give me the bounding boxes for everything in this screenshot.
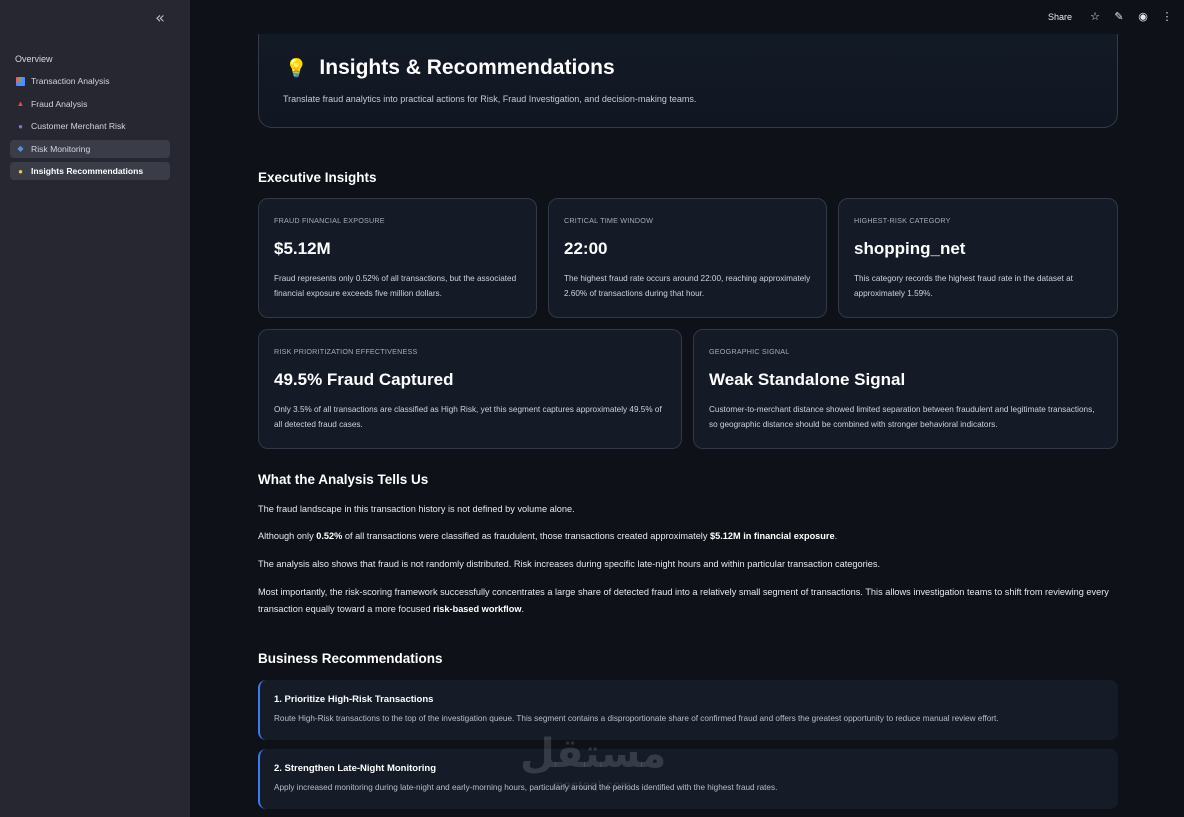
hero-banner: 💡 Insights & Recommendations Translate f…	[258, 34, 1118, 128]
people-icon: ●	[18, 121, 23, 131]
text: Although only	[258, 531, 317, 541]
card-label: HIGHEST-RISK CATEGORY	[854, 216, 951, 225]
sidebar-item-risk-monitoring[interactable]: ◆ Risk Monitoring	[10, 139, 170, 158]
insight-card-geographic-signal: GEOGRAPHIC SIGNAL Weak Standalone Signal…	[693, 329, 1118, 449]
lightbulb-icon: 💡	[285, 57, 308, 79]
sidebar-item-insights-recommendations[interactable]: ● Insights Recommendations	[10, 162, 170, 181]
analysis-paragraph-1: The fraud landscape in this transaction …	[258, 504, 575, 514]
sidebar-nav: Transaction Analysis ▲ Fraud Analysis ● …	[10, 72, 170, 185]
card-value: 22:00	[564, 239, 608, 258]
insight-card-time-window: CRITICAL TIME WINDOW 22:00 The highest f…	[548, 198, 827, 318]
text: .	[834, 531, 838, 541]
sidebar-item-fraud-analysis[interactable]: ▲ Fraud Analysis	[10, 95, 170, 113]
share-button[interactable]: Share	[1048, 12, 1072, 22]
github-icon[interactable]: ◉	[1136, 10, 1150, 24]
text-bold: 0.52%	[316, 531, 343, 541]
text: Most importantly, the risk-scoring frame…	[258, 587, 1109, 614]
double-chevron-left-icon: «	[155, 8, 165, 27]
analysis-paragraph-2: Although only 0.52% of all transactions …	[258, 528, 1118, 545]
analysis-paragraph-4: Most importantly, the risk-scoring frame…	[258, 584, 1118, 618]
recommendation-item: 1. Prioritize High-Risk Transactions Rou…	[258, 680, 1118, 740]
card-description: This category records the highest fraud …	[854, 274, 1073, 298]
top-toolbar: Share ☆ ✎ ◉ ⋮	[190, 0, 1184, 34]
sidebar-item-transaction-analysis[interactable]: Transaction Analysis	[10, 72, 170, 90]
recommendation-title: 2. Strengthen Late-Night Monitoring	[274, 763, 437, 774]
sidebar-item-label: Insights Recommendations	[31, 166, 144, 177]
card-label: GEOGRAPHIC SIGNAL	[709, 347, 790, 356]
card-description: Fraud represents only 0.52% of all trans…	[274, 274, 517, 298]
text: .	[521, 604, 525, 614]
card-value: $5.12M	[274, 239, 331, 258]
recommendation-description: Apply increased monitoring during late-n…	[274, 783, 778, 792]
sidebar-item-label: Risk Monitoring	[31, 143, 91, 154]
text: of all transactions were classified as f…	[342, 531, 710, 541]
sidebar-item-label: Customer Merchant Risk	[31, 121, 126, 132]
card-description: Only 3.5% of all transactions are classi…	[274, 405, 662, 429]
card-value: Weak Standalone Signal	[709, 370, 906, 389]
shield-icon: ◆	[17, 144, 24, 154]
recommendations-heading: Business Recommendations	[258, 651, 443, 666]
nav-overview[interactable]: Overview	[15, 54, 53, 64]
card-value: shopping_net	[854, 239, 966, 258]
sidebar-item-label: Transaction Analysis	[31, 76, 110, 86]
recommendation-title: 1. Prioritize High-Risk Transactions	[274, 694, 434, 705]
collapse-sidebar-button[interactable]: «	[150, 9, 170, 27]
alarm-icon: ▲	[16, 99, 25, 109]
insight-card-highest-risk-category: HIGHEST-RISK CATEGORY shopping_net This …	[838, 198, 1118, 318]
insight-card-financial-exposure: FRAUD FINANCIAL EXPOSURE $5.12M Fraud re…	[258, 198, 537, 318]
more-vertical-icon[interactable]: ⋮	[1160, 10, 1174, 24]
analysis-paragraph-3: The analysis also shows that fraud is no…	[258, 559, 880, 569]
card-description: The highest fraud rate occurs around 22:…	[564, 274, 811, 298]
text-bold: risk-based workflow	[433, 604, 522, 614]
page-title-text: Insights & Recommendations	[319, 56, 615, 79]
lightbulb-icon: ●	[18, 166, 23, 176]
executive-insights-heading: Executive Insights	[258, 170, 377, 185]
text-bold: $5.12M in financial exposure	[710, 531, 835, 541]
page-title: 💡 Insights & Recommendations	[285, 56, 615, 80]
pencil-icon[interactable]: ✎	[1112, 10, 1126, 24]
recommendation-description: Route High-Risk transactions to the top …	[274, 714, 999, 723]
page-subtitle: Translate fraud analytics into practical…	[283, 94, 697, 104]
card-label: FRAUD FINANCIAL EXPOSURE	[274, 216, 385, 225]
card-label: RISK PRIORITIZATION EFFECTIVENESS	[274, 347, 418, 356]
card-value: 49.5% Fraud Captured	[274, 370, 454, 389]
star-icon[interactable]: ☆	[1088, 10, 1102, 24]
analysis-heading: What the Analysis Tells Us	[258, 472, 429, 487]
sidebar: « Overview Transaction Analysis ▲ Fraud …	[0, 0, 190, 817]
card-description: Customer-to-merchant distance showed lim…	[709, 405, 1095, 429]
recommendation-item: 2. Strengthen Late-Night Monitoring Appl…	[258, 749, 1118, 809]
insight-card-risk-prioritization: RISK PRIORITIZATION EFFECTIVENESS 49.5% …	[258, 329, 682, 449]
sidebar-item-label: Fraud Analysis	[31, 98, 88, 109]
sidebar-item-customer-merchant-risk[interactable]: ● Customer Merchant Risk	[10, 117, 170, 135]
bar-chart-icon	[16, 76, 25, 86]
card-label: CRITICAL TIME WINDOW	[564, 216, 654, 225]
